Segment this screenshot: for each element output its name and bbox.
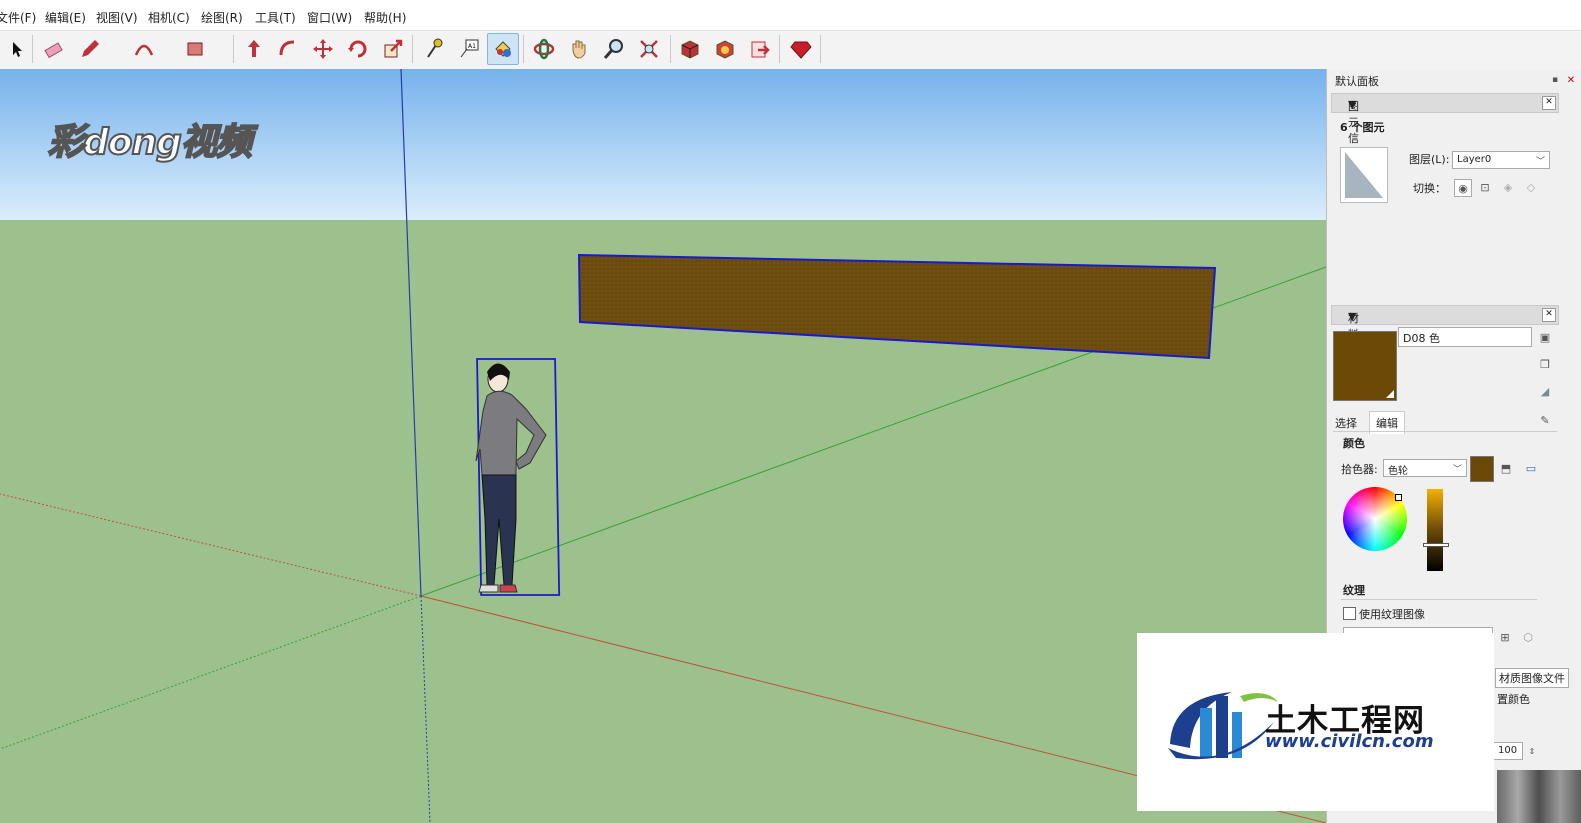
picker-label: 拾色器:: [1341, 463, 1378, 476]
follow-me-icon[interactable]: [272, 33, 304, 65]
color-picker-value: 色轮: [1388, 466, 1408, 477]
spinner-arrows-icon[interactable]: ⇕: [1524, 743, 1540, 759]
toggle-label: 切换：: [1413, 182, 1446, 195]
color-picker-select[interactable]: 色轮 ﹀: [1383, 459, 1467, 477]
use-texture-label: 使用纹理图像: [1359, 608, 1425, 621]
menu-edit[interactable]: 编辑(E): [45, 9, 86, 26]
text-label-icon[interactable]: A1: [453, 33, 485, 65]
visibility-eye-icon[interactable]: ◉: [1454, 179, 1472, 197]
zoom-extents-icon[interactable]: [633, 33, 665, 65]
display-secondary-pane-icon[interactable]: ▣: [1537, 329, 1553, 345]
brightness-slider[interactable]: [1427, 489, 1443, 571]
svg-text:A1: A1: [468, 43, 476, 50]
brightness-slider-handle[interactable]: [1423, 543, 1449, 547]
logo-url: www.civilcn.com: [1265, 731, 1434, 752]
menu-camera[interactable]: 相机(C): [148, 9, 190, 26]
use-texture-checkbox[interactable]: [1343, 607, 1356, 620]
push-pull-icon[interactable]: [238, 33, 270, 65]
chevron-down-icon: ﹀: [1452, 465, 1462, 475]
menu-tools[interactable]: 工具(T): [255, 9, 296, 26]
site-logo-overlay: 土木工程网 www.civilcn.com: [1137, 633, 1494, 811]
tray-close-icon[interactable]: ✕: [1563, 72, 1579, 88]
blurred-region: [1497, 770, 1581, 823]
zoom-magnifier-icon[interactable]: [598, 33, 630, 65]
lock-icon[interactable]: ⊡: [1477, 179, 1493, 195]
paint-bucket-icon[interactable]: [487, 33, 519, 65]
opacity-field[interactable]: 100: [1493, 742, 1523, 760]
materials-header[interactable]: ▼ 材料 ✕: [1331, 305, 1559, 341]
menu-help[interactable]: 帮助(H): [364, 9, 406, 26]
cast-shadow-icon[interactable]: ◇: [1523, 179, 1539, 195]
color-wheel-cursor[interactable]: [1395, 494, 1402, 501]
match-model-color-icon[interactable]: ⬒: [1498, 460, 1514, 476]
reset-color-label[interactable]: 置颜色: [1497, 691, 1530, 707]
scale-icon[interactable]: [377, 33, 409, 65]
orbit-icon[interactable]: [528, 33, 560, 65]
menu-window[interactable]: 窗口(W): [307, 9, 352, 26]
default-paint-icon[interactable]: ◢: [1537, 383, 1553, 399]
rectangle-icon[interactable]: [180, 33, 212, 65]
entity-info-close-icon[interactable]: ✕: [1542, 96, 1556, 110]
browse-folder-icon[interactable]: ⊞: [1497, 629, 1513, 645]
texture-tooltip: 材质图像文件: [1495, 668, 1569, 688]
receive-shadow-icon[interactable]: ◈: [1500, 179, 1516, 195]
rotate-icon[interactable]: [342, 33, 374, 65]
entity-count: 6 个图元: [1340, 121, 1385, 134]
create-material-icon[interactable]: ❒: [1537, 356, 1553, 372]
scene-canvas[interactable]: [0, 69, 1326, 823]
color-section-title: 颜色: [1343, 437, 1365, 450]
sample-paint-icon[interactable]: ✎: [1537, 412, 1553, 428]
current-color-swatch: [1470, 456, 1494, 482]
materials-close-icon[interactable]: ✕: [1542, 308, 1556, 322]
arc-icon[interactable]: [128, 33, 160, 65]
entity-info-header[interactable]: ▼ 图元信息 ✕: [1331, 93, 1559, 161]
match-screen-color-icon[interactable]: ▭: [1523, 460, 1539, 476]
select-tool-icon[interactable]: [0, 33, 32, 65]
main-toolbar: A1: [0, 30, 1581, 70]
pan-hand-icon[interactable]: [563, 33, 595, 65]
texture-section-title: 纹理: [1343, 584, 1365, 597]
menu-view[interactable]: 视图(V): [96, 9, 138, 26]
tape-measure-icon[interactable]: [418, 33, 450, 65]
texture-edit-icon[interactable]: ⬡: [1520, 629, 1536, 645]
pin-icon[interactable]: ▪: [1547, 72, 1563, 88]
move-icon[interactable]: [307, 33, 339, 65]
video-watermark: 彩dong视频: [47, 121, 253, 164]
material-swatch[interactable]: [1333, 331, 1397, 401]
modeling-viewport[interactable]: 彩dong视频: [0, 69, 1326, 823]
material-tabs: 选择 编辑: [1333, 411, 1411, 434]
layer-select-value: Layer0: [1457, 154, 1492, 165]
layer-select[interactable]: Layer0 ﹀: [1452, 151, 1550, 169]
menu-file[interactable]: 文件(F): [0, 9, 36, 26]
layer-label: 图层(L):: [1409, 153, 1450, 166]
send-to-layout-icon[interactable]: [744, 33, 776, 65]
menu-bar: 文件(F) 编辑(E) 视图(V) 相机(C) 绘图(R) 工具(T) 窗口(W…: [0, 0, 1581, 30]
extension-warehouse-icon[interactable]: [709, 33, 741, 65]
chevron-down-icon: ﹀: [1535, 157, 1545, 167]
building-logo-icon: [1168, 692, 1278, 760]
entity-preview: [1340, 147, 1388, 203]
pencil-icon[interactable]: [74, 33, 106, 65]
3d-warehouse-icon[interactable]: [674, 33, 706, 65]
tray-title: 默认面板: [1335, 75, 1379, 88]
ruby-console-icon[interactable]: [785, 33, 817, 65]
tab-select[interactable]: 选择: [1335, 415, 1357, 431]
eraser-icon[interactable]: [38, 33, 70, 65]
menu-draw[interactable]: 绘图(R): [201, 9, 243, 26]
material-name-field[interactable]: D08 色: [1398, 327, 1532, 347]
